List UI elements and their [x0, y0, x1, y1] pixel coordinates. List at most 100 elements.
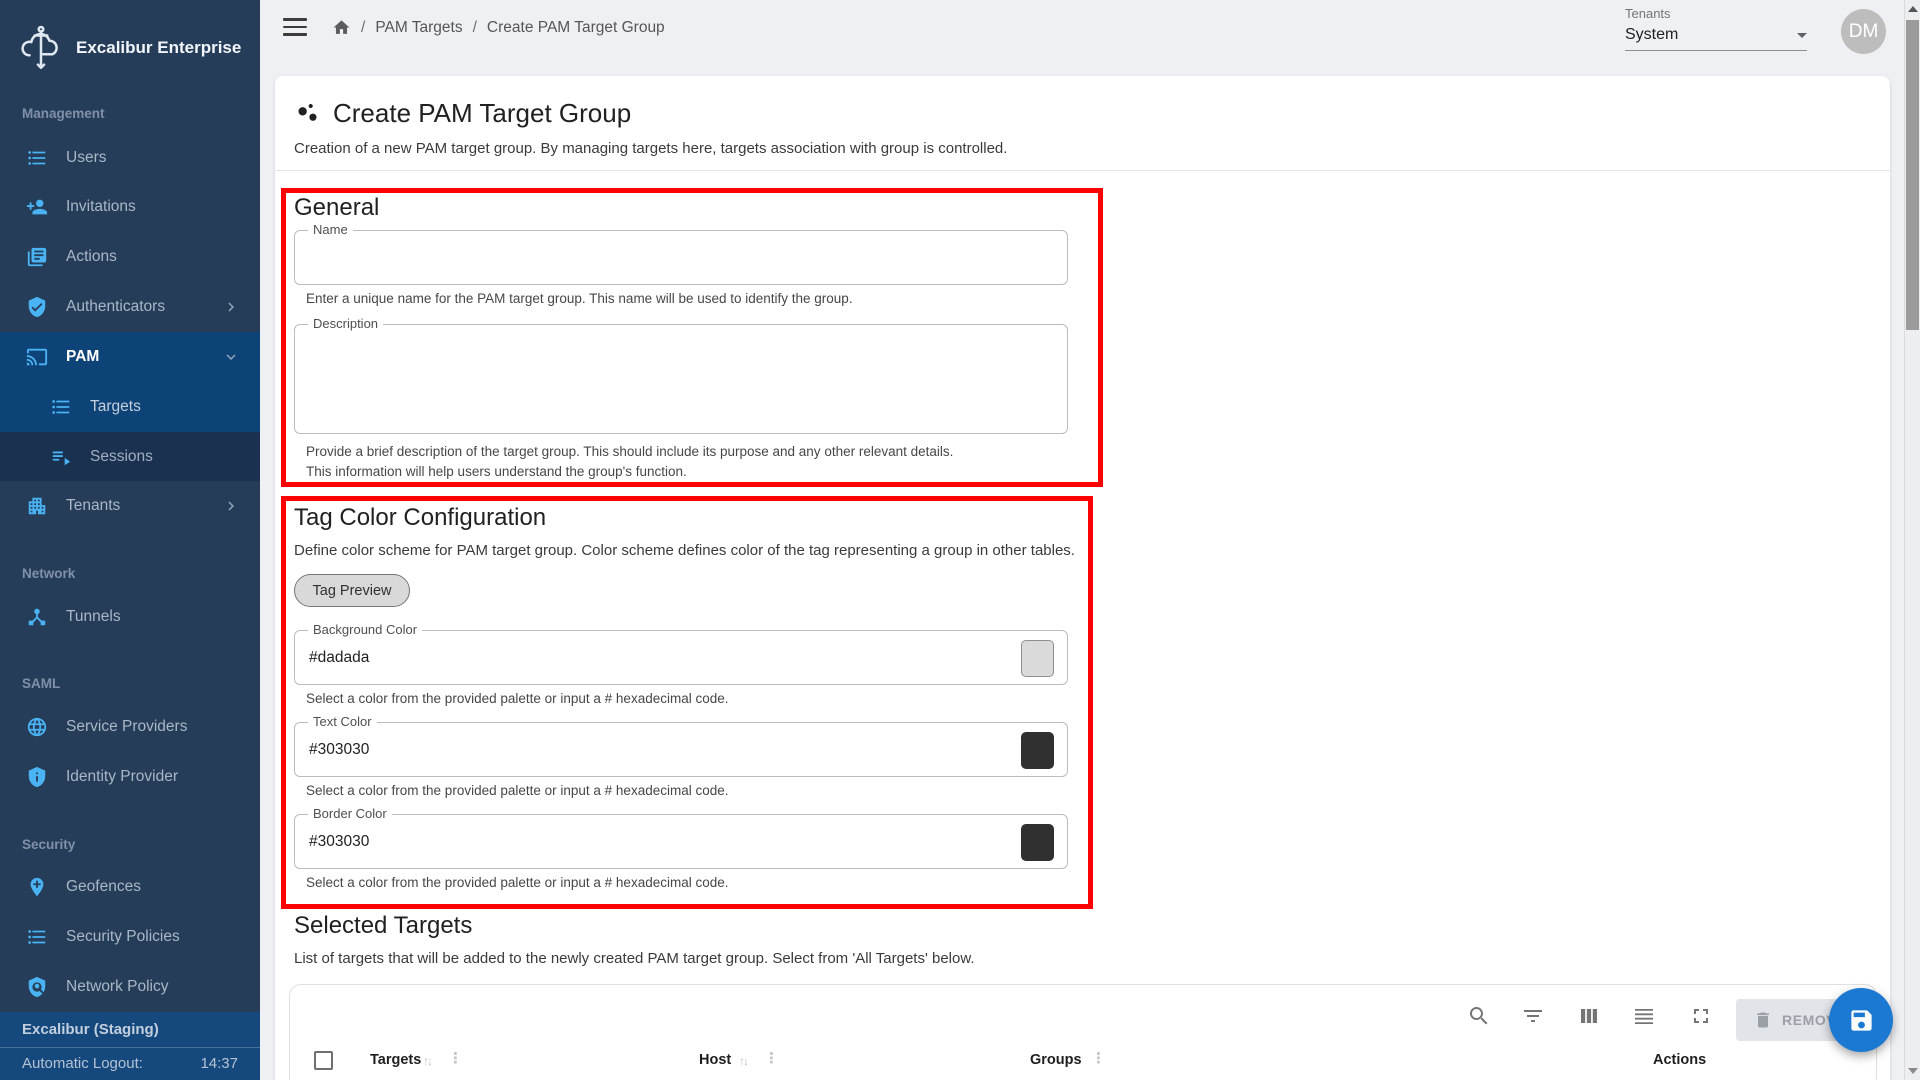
background-color-swatch[interactable] [1021, 640, 1054, 677]
border-color-swatch[interactable] [1021, 824, 1054, 861]
scroll-up-arrow-icon[interactable] [1908, 6, 1918, 12]
page-scrollbar[interactable] [1904, 0, 1920, 1080]
sidebar: Excalibur Enterprise Management Users In… [0, 0, 260, 1080]
text-color-label: Text Color [308, 714, 377, 729]
sort-icon[interactable]: ↑↓ [739, 1054, 747, 1068]
sidebar-item-label: Service Providers [66, 718, 187, 736]
sidebar-item-pam-targets[interactable]: Targets [0, 382, 260, 432]
filter-icon[interactable] [1521, 1004, 1545, 1028]
list-icon [26, 926, 48, 948]
description-helper-text: Provide a brief description of the targe… [306, 442, 961, 482]
shield-check-icon [26, 296, 48, 318]
page-subtitle: Creation of a new PAM target group. By m… [294, 140, 1007, 157]
breadcrumb-separator: / [361, 19, 365, 37]
app-title: Excalibur Enterprise [76, 38, 241, 58]
column-header-groups[interactable]: Groups [1030, 1052, 1082, 1068]
shield-info-icon [26, 766, 48, 788]
sidebar-item-service-providers[interactable]: Service Providers [0, 702, 260, 752]
select-all-checkbox[interactable] [314, 1051, 333, 1070]
sidebar-item-pam[interactable]: PAM [0, 332, 260, 382]
sidebar-item-label: Targets [90, 398, 141, 416]
description-field-label: Description [308, 316, 383, 331]
columns-icon[interactable] [1577, 1004, 1601, 1028]
sidebar-item-pam-sessions[interactable]: Sessions [0, 432, 260, 481]
column-menu-icon[interactable]: ⋮ [764, 1049, 779, 1067]
tenant-select-label: Tenants [1625, 6, 1807, 21]
text-color-value[interactable]: #303030 [309, 741, 369, 759]
selected-targets-heading: Selected Targets [294, 912, 472, 940]
sidebar-item-actions[interactable]: Actions [0, 232, 260, 282]
page-title: Create PAM Target Group [333, 98, 631, 129]
sidebar-item-tunnels[interactable]: Tunnels [0, 592, 260, 642]
sidebar-item-label: Users [66, 149, 106, 167]
sidebar-item-authenticators[interactable]: Authenticators [0, 282, 260, 332]
border-color-value[interactable]: #303030 [309, 833, 369, 851]
chevron-down-icon [222, 348, 240, 366]
app-root: Excalibur Enterprise Management Users In… [0, 0, 1920, 1080]
environment-label: Excalibur (Staging) [0, 1012, 260, 1048]
library-icon [26, 246, 48, 268]
tag-preview-chip[interactable]: Tag Preview [294, 574, 410, 607]
sort-icon[interactable]: ↑↓ [423, 1054, 431, 1068]
scroll-down-arrow-icon[interactable] [1908, 1068, 1918, 1074]
chevron-right-icon [222, 298, 240, 316]
name-input[interactable] [305, 239, 1057, 276]
sidebar-item-label: Tenants [66, 497, 120, 515]
auto-logout-label: Automatic Logout: [22, 1055, 143, 1072]
section-network: Network [22, 560, 242, 586]
column-header-actions: Actions [1653, 1052, 1706, 1068]
bubble-chart-icon [294, 100, 321, 127]
globe-icon [26, 716, 48, 738]
breadcrumb: / PAM Targets / Create PAM Target Group [332, 18, 665, 37]
sidebar-item-security-policies[interactable]: Security Policies [0, 912, 260, 962]
playlist-play-icon [50, 446, 72, 468]
sidebar-item-label: Security Policies [66, 928, 180, 946]
menu-toggle-icon[interactable] [283, 18, 307, 42]
divider [275, 170, 1890, 171]
save-fab[interactable] [1829, 988, 1893, 1052]
chevron-right-icon [222, 497, 240, 515]
breadcrumb-pam-targets[interactable]: PAM Targets [375, 19, 462, 37]
background-color-helper: Select a color from the provided palette… [306, 691, 729, 706]
topbar: / PAM Targets / Create PAM Target Group … [260, 0, 1904, 60]
home-icon[interactable] [332, 18, 351, 37]
sidebar-item-label: Invitations [66, 198, 136, 216]
border-color-helper: Select a color from the provided palette… [306, 875, 729, 890]
search-icon[interactable] [1467, 1004, 1491, 1028]
save-icon [1848, 1007, 1875, 1034]
background-color-value[interactable]: #dadada [309, 649, 369, 667]
sidebar-item-invitations[interactable]: Invitations [0, 182, 260, 232]
cast-icon [26, 346, 48, 368]
background-color-label: Background Color [308, 622, 422, 637]
sidebar-item-network-policy[interactable]: Network Policy [0, 962, 260, 1012]
hub-icon [26, 606, 48, 628]
border-color-field: Border Color #303030 [294, 814, 1068, 869]
sidebar-item-users[interactable]: Users [0, 133, 260, 183]
logo: Excalibur Enterprise [0, 0, 260, 95]
sidebar-item-label: Tunnels [66, 608, 121, 626]
name-field-label: Name [308, 222, 353, 237]
column-header-targets[interactable]: Targets [370, 1052, 421, 1068]
trash-icon [1753, 1010, 1773, 1030]
scrollbar-thumb[interactable] [1906, 20, 1919, 330]
fullscreen-icon[interactable] [1689, 1004, 1713, 1028]
user-avatar[interactable]: DM [1841, 9, 1886, 54]
sidebar-item-tenants[interactable]: Tenants [0, 481, 260, 531]
text-color-field: Text Color #303030 [294, 722, 1068, 777]
sidebar-item-label: Sessions [90, 448, 153, 466]
list-icon [26, 147, 48, 169]
person-add-icon [26, 196, 48, 218]
sidebar-item-identity-provider[interactable]: Identity Provider [0, 752, 260, 802]
tenant-select[interactable]: Tenants System [1625, 6, 1807, 51]
column-header-host[interactable]: Host [699, 1052, 731, 1068]
background-color-field: Background Color #dadada [294, 630, 1068, 685]
text-color-swatch[interactable] [1021, 732, 1054, 769]
list-icon [50, 396, 72, 418]
column-menu-icon[interactable]: ⋮ [448, 1049, 463, 1067]
description-input[interactable] [305, 333, 1057, 425]
sidebar-item-geofences[interactable]: Geofences [0, 862, 260, 912]
column-menu-icon[interactable]: ⋮ [1091, 1049, 1106, 1067]
auto-logout-timer: 14:37 [200, 1055, 238, 1072]
density-icon[interactable] [1632, 1004, 1656, 1028]
text-color-helper: Select a color from the provided palette… [306, 783, 729, 798]
